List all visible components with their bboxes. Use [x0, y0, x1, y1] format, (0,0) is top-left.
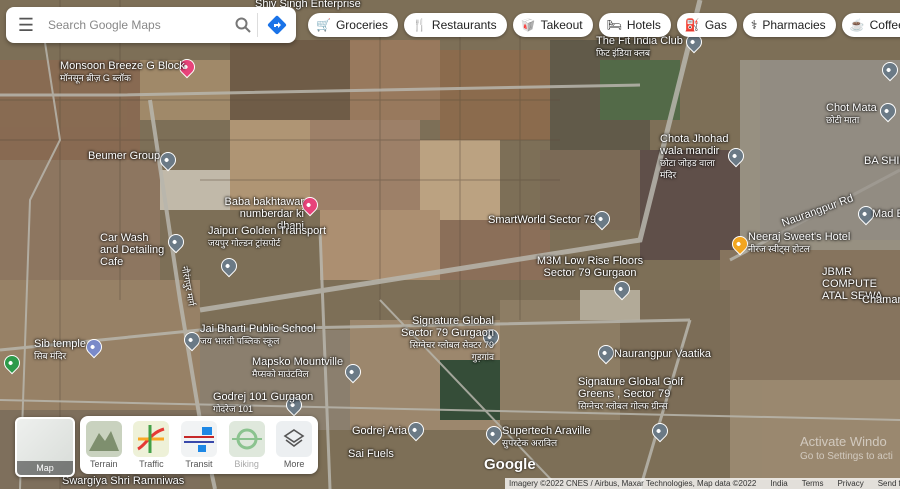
place-label[interactable]: Godrej Aria	[352, 425, 407, 437]
chip-label: Gas	[704, 18, 727, 32]
place-label[interactable]: Mad E	[872, 208, 900, 220]
layer-transit[interactable]: Transit	[180, 421, 217, 469]
place-label[interactable]: Neeraj Sweet's Hotel नीरज स्वीट्स होटल	[748, 231, 850, 255]
directions-icon[interactable]	[258, 7, 296, 43]
map-type-toggle[interactable]: Map	[15, 417, 75, 477]
cart-icon: 🛒	[316, 18, 331, 32]
chip-label: Coffee	[869, 18, 900, 32]
imagery-credit: Imagery ©2022 CNES / Airbus, Maxar Techn…	[509, 479, 757, 488]
place-label[interactable]: Beumer Group	[88, 150, 160, 162]
chip-label: Restaurants	[431, 18, 497, 32]
chip-pharmacies[interactable]: ⚕ Pharmacies	[742, 13, 836, 37]
chip-restaurants[interactable]: 🍴 Restaurants	[403, 13, 507, 37]
place-label[interactable]: Swargiya Shri Ramniwas	[62, 475, 184, 487]
transit-icon	[180, 421, 217, 457]
place-label[interactable]: M3M Low Rise Floors Sector 79 Gurgaon	[535, 255, 645, 279]
windows-activation-watermark: Activate Windo Go to Settings to acti	[800, 434, 893, 462]
chip-hotels[interactable]: 🛏 Hotels	[598, 13, 671, 37]
privacy-link[interactable]: Privacy	[837, 479, 863, 488]
chip-groceries[interactable]: 🛒 Groceries	[308, 13, 398, 37]
chip-gas[interactable]: ⛽ Gas	[676, 13, 737, 37]
terms-link[interactable]: Terms	[802, 479, 824, 488]
coffee-icon: ☕	[849, 18, 865, 32]
place-label[interactable]: SmartWorld Sector 79	[488, 214, 596, 226]
biking-icon	[228, 421, 265, 457]
traffic-icon	[133, 421, 170, 457]
layer-terrain[interactable]: Terrain	[85, 421, 122, 469]
place-label[interactable]: Signature Global Golf Greens , Sector 79…	[578, 376, 688, 412]
layer-label: Biking	[234, 459, 259, 469]
place-label[interactable]: Chota Jhohad wala mandir छोटा जोहड वाला म…	[660, 133, 730, 181]
bed-icon: 🛏	[606, 18, 622, 32]
layer-biking[interactable]: Biking	[228, 421, 265, 469]
search-icon[interactable]	[229, 7, 257, 43]
place-label[interactable]: Jaipur Golden Transport जयपुर गोल्डन ट्रा…	[208, 225, 326, 249]
layers-icon	[276, 421, 313, 457]
place-label[interactable]: Signature Global Sector 79 Gurgaon सिग्ने…	[394, 315, 494, 363]
search-input[interactable]	[46, 17, 229, 33]
chip-label: Hotels	[626, 18, 661, 32]
layer-label: Terrain	[90, 459, 118, 469]
search-box: ☰	[6, 7, 296, 43]
google-logo: Google	[484, 456, 536, 473]
layer-label: Transit	[185, 459, 213, 469]
chip-label: Pharmacies	[762, 18, 826, 32]
place-label[interactable]: Monsoon Breeze G Block मॉनसून ब्रीज़ G ब्…	[60, 60, 185, 84]
takeout-icon: 🥡	[520, 18, 536, 32]
place-label[interactable]: Naurangpur Vaatika	[614, 348, 711, 360]
attribution-bar: Imagery ©2022 CNES / Airbus, Maxar Techn…	[505, 478, 900, 489]
place-label: Chamar	[862, 294, 900, 306]
menu-icon[interactable]: ☰	[6, 7, 46, 43]
layer-more[interactable]: More	[276, 421, 313, 469]
chip-coffee[interactable]: ☕ Coffee	[841, 13, 900, 37]
place-label[interactable]: Jai Bharti Public School जय भारती पब्लिक …	[200, 323, 316, 347]
chip-takeout[interactable]: 🥡 Takeout	[512, 13, 593, 37]
fork-knife-icon: 🍴	[411, 18, 427, 32]
layer-traffic[interactable]: Traffic	[133, 421, 170, 469]
place-label[interactable]: Mapsko Mountville मैप्सको माउंटविल	[252, 356, 343, 380]
map-type-label: Map	[17, 461, 73, 475]
terrain-icon	[85, 421, 122, 457]
place-label[interactable]: Supertech Araville सुपरटेक अराविल	[502, 425, 591, 449]
chip-label: Groceries	[335, 18, 388, 32]
place-label[interactable]: Car Wash and Detailing Cafe	[100, 232, 168, 268]
category-chips: 🛒 Groceries 🍴 Restaurants 🥡 Takeout 🛏 Hotels…	[308, 13, 900, 37]
place-label[interactable]: Chot Mata छोटी माता	[826, 102, 877, 126]
place-label[interactable]: Godrej 101 Gurgaon गोदरेज 101	[213, 391, 313, 415]
layer-label: More	[283, 459, 305, 469]
chip-label: Takeout	[540, 18, 583, 32]
place-label[interactable]: The Fit India Club फिट इंडिया क्लब	[596, 35, 683, 59]
place-label[interactable]: Sai Fuels	[348, 448, 394, 460]
layer-label: Traffic	[139, 459, 164, 469]
place-label: BA SHIKOH	[864, 155, 900, 167]
place-label[interactable]: Sib temple सिब मंदिर	[34, 338, 86, 362]
region-link[interactable]: India	[770, 479, 787, 488]
gas-pump-icon: ⛽	[684, 18, 700, 32]
feedback-link[interactable]: Send feedback	[878, 479, 900, 488]
layers-panel: Terrain Traffic Transit Biking More	[80, 416, 318, 474]
pharmacy-icon: ⚕	[750, 18, 758, 32]
